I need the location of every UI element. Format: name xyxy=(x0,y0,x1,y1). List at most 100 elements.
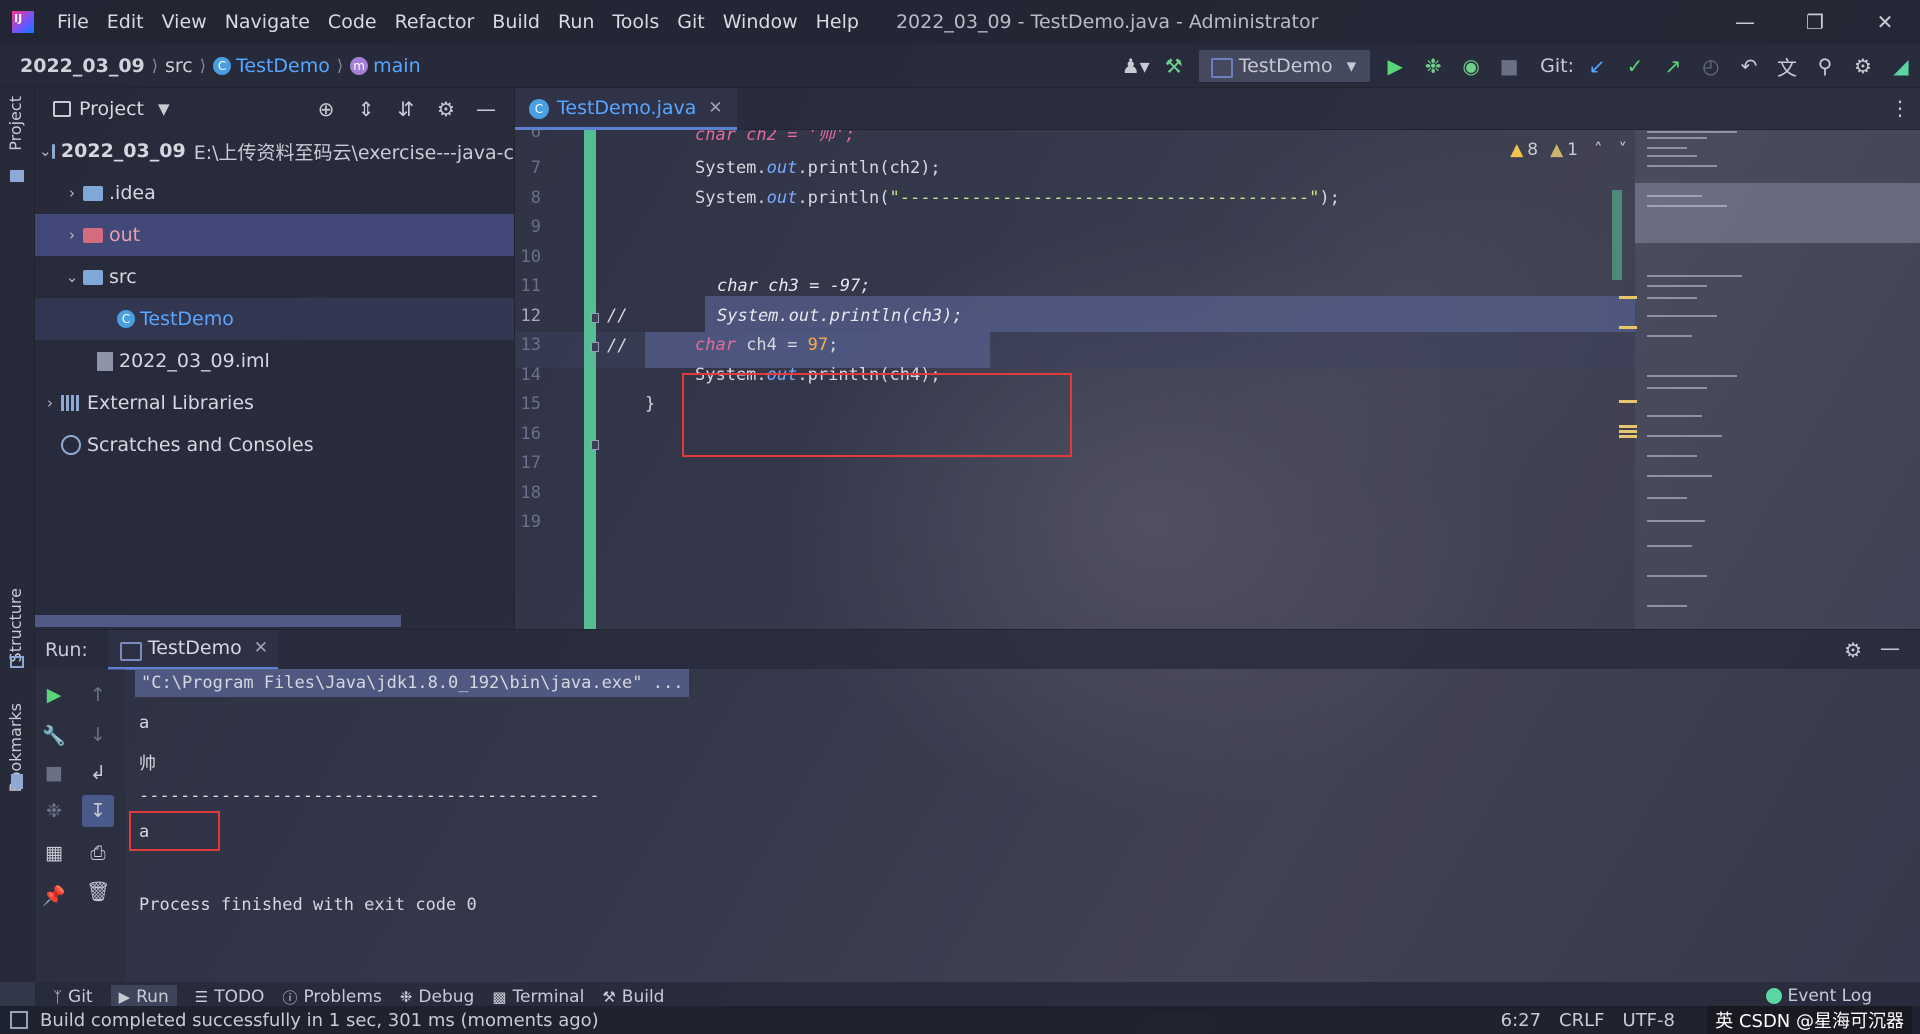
run-configuration-selector[interactable]: TestDemo ▾ xyxy=(1198,50,1371,82)
debug-bug-icon[interactable]: ❉ xyxy=(1414,46,1452,86)
settings-gear-icon[interactable]: ⚙ xyxy=(1844,638,1862,662)
locate-file-icon[interactable]: ⊕ xyxy=(306,97,346,121)
user-icon[interactable]: ♟▾ xyxy=(1117,46,1155,86)
translate-icon[interactable]: 文 xyxy=(1768,46,1806,86)
tree-item-idea[interactable]: › .idea xyxy=(35,172,514,214)
breadcrumb-class[interactable]: TestDemo xyxy=(236,55,330,77)
print-icon[interactable]: ⎙ xyxy=(82,837,114,869)
run-icon[interactable]: ▶ xyxy=(1376,46,1414,86)
menu-git[interactable]: Git xyxy=(668,11,713,33)
expand-all-icon[interactable]: ⇕ xyxy=(346,97,386,121)
tool-button-debug[interactable]: ❉ Debug xyxy=(400,987,474,1007)
coverage-icon[interactable]: ◉ xyxy=(1452,46,1490,86)
tree-item-project-root[interactable]: ⌄ 2022_03_09 E:\上传资料至码云\exercise---java-… xyxy=(35,130,514,172)
menu-file[interactable]: File xyxy=(48,11,98,33)
build-hammer-icon[interactable]: ⚒ xyxy=(1155,46,1193,86)
console-output[interactable]: "C:\Program Files\Java\jdk1.8.0_192\bin\… xyxy=(125,669,1920,982)
wrench-icon[interactable]: 🔧 xyxy=(38,719,70,751)
line-separator[interactable]: CRLF xyxy=(1559,1010,1604,1031)
tool-button-terminal[interactable]: ▩ Terminal xyxy=(492,987,584,1007)
code-editor[interactable]: 6 7 8 9 10 11 12 13 14 15 16 17 18 19 //… xyxy=(515,130,1635,629)
breadcrumb-project[interactable]: 2022_03_09 xyxy=(20,55,145,77)
stop-icon[interactable]: ■ xyxy=(1490,46,1528,86)
settings-gear-icon[interactable]: ⚙ xyxy=(426,97,466,121)
soft-wrap-icon[interactable]: ↲ xyxy=(82,757,114,789)
project-view-selector[interactable]: Project xyxy=(79,98,144,120)
chevron-down-icon[interactable]: ⌄ xyxy=(61,268,83,286)
restore-button[interactable]: ❐ xyxy=(1780,0,1850,44)
scroll-to-end-icon[interactable]: ↧ xyxy=(82,795,114,827)
fold-marker-icon[interactable] xyxy=(591,440,599,450)
chevron-down-icon[interactable]: ▼ xyxy=(158,100,170,118)
search-icon[interactable]: ⚲ xyxy=(1806,46,1844,86)
tool-button-git[interactable]: ᛉ Git xyxy=(53,987,93,1007)
chevron-up-icon[interactable]: ˄ xyxy=(1594,140,1603,160)
more-options-icon[interactable]: ⋮ xyxy=(1890,96,1910,120)
menu-navigate[interactable]: Navigate xyxy=(216,11,319,33)
tree-item-iml[interactable]: 2022_03_09.iml xyxy=(35,340,514,382)
pin-icon[interactable]: 📌 xyxy=(38,879,70,911)
history-icon[interactable]: ◴ xyxy=(1692,46,1730,86)
menu-help[interactable]: Help xyxy=(807,11,868,33)
close-window-button[interactable]: ✕ xyxy=(1850,0,1920,44)
menu-refactor[interactable]: Refactor xyxy=(386,11,484,33)
chevron-right-icon[interactable]: › xyxy=(39,394,61,412)
hide-panel-icon[interactable]: — xyxy=(466,97,506,121)
event-log-button[interactable]: Event Log xyxy=(1766,986,1872,1006)
fold-marker-icon[interactable] xyxy=(591,313,599,323)
breadcrumb-method[interactable]: main xyxy=(373,55,420,77)
tool-button-problems[interactable]: ⓘ Problems xyxy=(282,987,381,1008)
trash-icon[interactable]: 🗑 xyxy=(82,875,114,907)
menu-run[interactable]: Run xyxy=(549,11,603,33)
collapse-all-icon[interactable]: ⇵ xyxy=(386,97,426,121)
menu-tools[interactable]: Tools xyxy=(603,11,668,33)
inspection-widget[interactable]: ▲ 8 ▲ 1 ˄ ˅ xyxy=(1510,140,1627,160)
tab-run-testdemo[interactable]: TestDemo ✕ xyxy=(107,629,278,670)
tree-item-out[interactable]: › out xyxy=(35,214,514,256)
git-update-icon[interactable]: ↙ xyxy=(1578,46,1616,86)
arrow-up-icon[interactable]: ↑ xyxy=(82,679,114,711)
tree-item-testdemo[interactable]: C TestDemo xyxy=(35,298,514,340)
menu-build[interactable]: Build xyxy=(483,11,549,33)
project-tool-label[interactable]: Project xyxy=(6,96,25,151)
debug-bug-icon[interactable]: ❉ xyxy=(38,795,70,827)
chevron-right-icon[interactable]: › xyxy=(61,184,83,202)
git-push-icon[interactable]: ↗ xyxy=(1654,46,1692,86)
minimize-button[interactable]: — xyxy=(1710,0,1780,44)
menu-code[interactable]: Code xyxy=(319,11,386,33)
minimap-viewport[interactable] xyxy=(1635,183,1920,243)
git-commit-icon[interactable]: ✓ xyxy=(1616,46,1654,86)
stop-icon[interactable]: ■ xyxy=(38,757,70,789)
hide-panel-icon[interactable]: — xyxy=(1880,636,1900,660)
code-minimap[interactable] xyxy=(1635,125,1920,629)
error-stripe[interactable] xyxy=(1612,130,1637,629)
horizontal-scrollbar[interactable] xyxy=(35,615,401,627)
menu-view[interactable]: View xyxy=(153,11,216,33)
plugin-icon[interactable]: ◢ xyxy=(1882,46,1920,86)
tree-item-scratches[interactable]: Scratches and Consoles xyxy=(35,424,514,466)
settings-gear-icon[interactable]: ⚙ xyxy=(1844,46,1882,86)
caret-position[interactable]: 6:27 xyxy=(1501,1010,1541,1031)
layout-icon[interactable]: ▦ xyxy=(38,837,70,869)
structure-tool-label[interactable]: Structure xyxy=(6,588,25,662)
tree-item-src[interactable]: ⌄ src xyxy=(35,256,514,298)
tool-button-build[interactable]: ⚒ Build xyxy=(602,987,664,1007)
tree-item-external-libraries[interactable]: › External Libraries xyxy=(35,382,514,424)
chevron-right-icon[interactable]: › xyxy=(61,226,83,244)
menu-edit[interactable]: Edit xyxy=(98,11,153,33)
editor-scroll-thumb[interactable] xyxy=(1612,190,1622,280)
arrow-down-icon[interactable]: ↓ xyxy=(82,719,114,751)
close-icon[interactable]: ✕ xyxy=(254,638,268,658)
file-encoding[interactable]: UTF-8 xyxy=(1623,1010,1675,1031)
vcs-change-marker[interactable] xyxy=(584,130,596,629)
close-icon[interactable]: ✕ xyxy=(708,98,722,118)
tool-button-todo[interactable]: ☰ TODO xyxy=(195,987,265,1007)
fold-marker-icon[interactable] xyxy=(591,342,599,352)
status-message[interactable]: Build completed successfully in 1 sec, 3… xyxy=(10,1010,599,1031)
chevron-down-icon[interactable]: ⌄ xyxy=(39,142,52,160)
tab-testdemo-java[interactable]: TestDemo.java ✕ xyxy=(515,88,737,130)
rollback-icon[interactable]: ↶ xyxy=(1730,46,1768,86)
breadcrumb-folder[interactable]: src xyxy=(165,55,193,77)
menu-window[interactable]: Window xyxy=(714,11,807,33)
rerun-icon[interactable]: ▶ xyxy=(38,679,70,711)
